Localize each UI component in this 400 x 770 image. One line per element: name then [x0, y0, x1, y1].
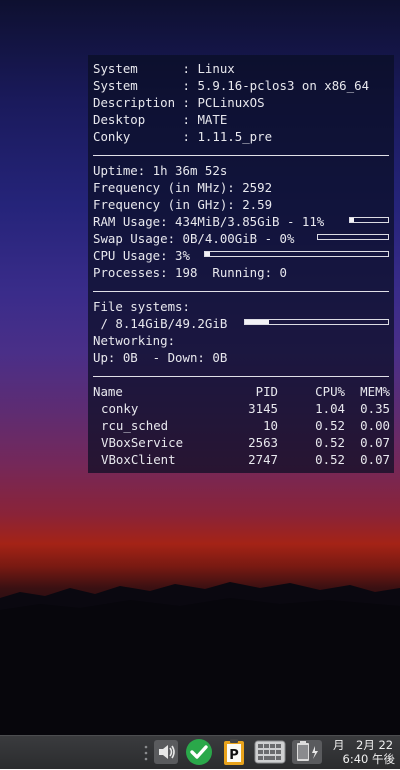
proc-header-mem: MEM%: [360, 384, 390, 399]
svg-text:P: P: [229, 748, 239, 763]
proc-pid: 3145: [248, 401, 278, 416]
proc-pid: 2563: [248, 435, 278, 450]
proc-name: conky: [101, 401, 139, 416]
clock-time: 6:40 午後: [342, 752, 395, 766]
info-row-desktop: Desktop : MATE: [93, 112, 228, 127]
freq-mhz-text: Frequency (in MHz): 2592: [93, 180, 273, 195]
proc-header-cpu: CPU%: [315, 384, 345, 399]
swap-usage-bar: [317, 234, 389, 240]
info-row-description: Description : PCLinuxOS: [93, 95, 265, 110]
power-battery-icon[interactable]: [291, 738, 323, 766]
proc-mem: 0.07: [360, 435, 390, 450]
clock-date: 月 2月 22: [333, 738, 394, 752]
conky-widget: System : Linux System : 5.9.16-pclos3 on…: [88, 55, 394, 473]
info-row-system: System : Linux: [93, 61, 235, 76]
freq-ghz-text: Frequency (in GHz): 2.59: [93, 197, 273, 212]
proc-name: rcu_sched: [101, 418, 169, 433]
filesystems-label: File systems:: [93, 299, 190, 314]
ram-usage-fill: [350, 218, 355, 222]
processes-text: Processes: 198 Running: 0: [93, 265, 287, 280]
uptime-text: Uptime: 1h 36m 52s: [93, 163, 228, 178]
proc-mem: 0.35: [360, 401, 390, 416]
panel-drag-handle[interactable]: [143, 744, 149, 762]
root-fs-text: / 8.14GiB/49.2GiB: [93, 316, 228, 331]
root-fs-bar: [244, 319, 389, 325]
cpu-usage-fill: [205, 252, 211, 256]
proc-cpu: 0.52: [315, 435, 345, 450]
info-row-kernel: System : 5.9.16-pclos3 on x86_64: [93, 78, 370, 93]
cpu-usage-bar: [204, 251, 389, 257]
network-traffic-text: Up: 0B - Down: 0B: [93, 350, 228, 365]
proc-pid: 10: [263, 418, 278, 433]
ram-usage-text: RAM Usage: 434MiB/3.85GiB - 11%: [93, 214, 325, 229]
proc-mem: 0.07: [360, 452, 390, 467]
proc-header-pid: PID: [255, 384, 278, 399]
ram-usage-bar: [349, 217, 389, 223]
clipboard-p-icon[interactable]: P: [220, 738, 248, 766]
info-row-conky: Conky : 1.11.5_pre: [93, 129, 273, 144]
proc-name: VBoxClient: [101, 452, 176, 467]
proc-cpu: 1.04: [315, 401, 345, 416]
bottom-panel: P 月 2月 22 6:40 午後: [0, 735, 400, 769]
root-fs-fill: [245, 320, 269, 324]
hills-silhouette: [0, 582, 400, 735]
keyboard-icon[interactable]: [254, 738, 286, 766]
proc-pid: 2747: [248, 452, 278, 467]
divider: [93, 291, 389, 292]
proc-cpu: 0.52: [315, 418, 345, 433]
networking-label: Networking:: [93, 333, 176, 348]
proc-mem: 0.00: [360, 418, 390, 433]
proc-cpu: 0.52: [315, 452, 345, 467]
update-checkmark-icon[interactable]: [185, 738, 213, 766]
proc-header-name: Name: [93, 384, 123, 399]
proc-name: VBoxService: [101, 435, 184, 450]
divider: [93, 376, 389, 377]
swap-usage-text: Swap Usage: 0B/4.00GiB - 0%: [93, 231, 295, 246]
volume-icon[interactable]: [152, 738, 180, 766]
cpu-usage-text: CPU Usage: 3%: [93, 248, 190, 263]
divider: [93, 155, 389, 156]
panel-clock[interactable]: 月 2月 22 6:40 午後: [333, 738, 399, 766]
